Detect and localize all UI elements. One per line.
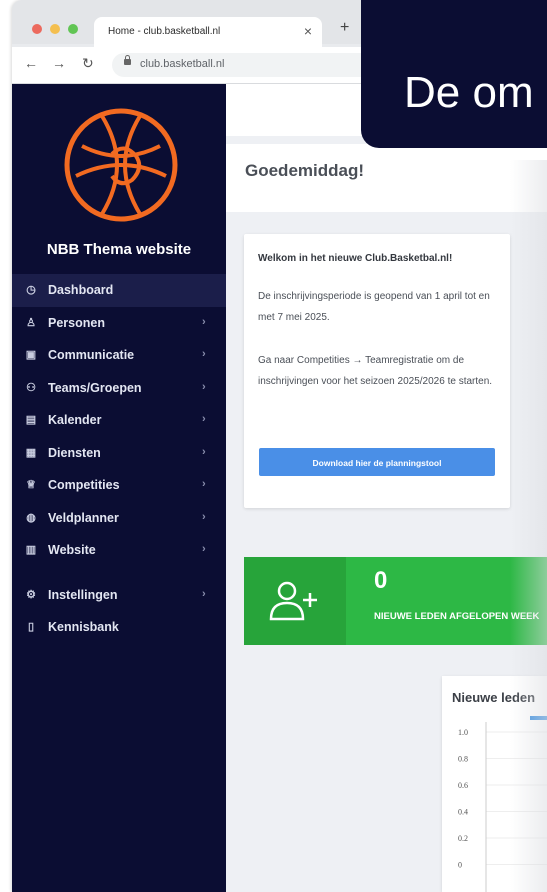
welcome-text-registration: De inschrijvingsperiode is geopend van 1… xyxy=(258,291,490,323)
tab-close-icon[interactable]: × xyxy=(304,23,312,39)
stat-icon-box xyxy=(244,557,346,645)
sidebar-item-diensten[interactable]: ▦ Diensten › xyxy=(12,437,226,470)
message-icon: ▣ xyxy=(25,349,37,362)
sidebar-item-kennisbank[interactable]: ▯ Kennisbank xyxy=(12,611,226,644)
sidebar-item-personen[interactable]: ♙ Personen › xyxy=(12,307,226,340)
nav-divider xyxy=(12,567,226,579)
chevron-right-icon: › xyxy=(202,380,206,393)
welcome-text-instructions: Ga naar Competities → Teamregistratie om… xyxy=(258,355,493,387)
welcome-card: Welkom in het nieuwe Club.Basketbal.nl! … xyxy=(244,234,510,508)
page-title: Goedemiddag! xyxy=(245,161,365,180)
stat-label: NIEUWE LEDEN AFGELOPEN WEEK xyxy=(374,611,540,622)
sidebar-item-instellingen[interactable]: ⚙ Instellingen › xyxy=(12,579,226,612)
sidebar-item-label: Personen xyxy=(48,315,105,330)
close-window-button[interactable] xyxy=(32,24,42,34)
y-tick-label: 0.2 xyxy=(458,834,468,843)
chart-title: Nieuwe leden xyxy=(452,690,536,705)
sidebar-item-teams-groepen[interactable]: ⚇ Teams/Groepen › xyxy=(12,372,226,405)
club-logo-icon[interactable] xyxy=(62,106,180,224)
sidebar-item-label: Teams/Groepen xyxy=(48,380,142,395)
reload-icon[interactable]: ↻ xyxy=(82,55,94,72)
sidebar-item-label: Kalender xyxy=(48,413,102,428)
chevron-right-icon: › xyxy=(202,543,206,555)
calendar-icon: ▤ xyxy=(25,414,37,427)
stat-body: 0 NIEUWE LEDEN AFGELOPEN WEEK xyxy=(346,557,547,645)
chevron-right-icon: › xyxy=(202,348,206,360)
new-tab-icon[interactable]: + xyxy=(340,19,349,37)
url-text: club.basketball.nl xyxy=(140,58,225,70)
basketball-icon: ◍ xyxy=(26,511,36,524)
settings-icon: ⚙ xyxy=(26,588,36,601)
y-tick-label: 1.0 xyxy=(458,728,468,737)
trophy-icon: ♕ xyxy=(26,479,36,492)
browser-tab[interactable]: Home - club.basketball.nl × xyxy=(94,17,322,47)
chevron-right-icon: › xyxy=(202,445,206,458)
chevron-right-icon: › xyxy=(202,510,206,523)
y-tick-label: 0 xyxy=(458,861,462,870)
sidebar-item-label: Veldplanner xyxy=(48,510,119,525)
forward-icon[interactable]: → xyxy=(52,55,66,71)
sidebar-item-kalender[interactable]: ▤ Kalender › xyxy=(12,404,226,437)
people-icon: ♙ xyxy=(26,316,36,329)
main-content: Goedemiddag! Welkom in het nieuwe Club.B… xyxy=(226,84,547,892)
teams-icon: ⚇ xyxy=(26,381,36,394)
new-members-stat: 0 NIEUWE LEDEN AFGELOPEN WEEK xyxy=(244,557,547,645)
chevron-right-icon: › xyxy=(202,315,206,328)
chevron-right-icon: › xyxy=(202,478,206,490)
chevron-right-icon: › xyxy=(202,587,206,600)
y-tick-label: 0.6 xyxy=(458,781,468,790)
book-icon: ▯ xyxy=(27,621,35,634)
website-icon: ▥ xyxy=(25,544,37,557)
clipboard-icon: ▦ xyxy=(25,446,37,459)
y-tick-label: 0.8 xyxy=(458,755,468,764)
greeting-bar: Goedemiddag! xyxy=(226,144,547,212)
back-icon[interactable]: ← xyxy=(24,55,38,71)
stat-value: 0 xyxy=(374,567,388,594)
sidebar-item-label: Website xyxy=(48,543,96,558)
sidebar-item-label: Competities xyxy=(48,478,120,493)
lock-icon xyxy=(124,55,131,65)
sidebar-item-label: Communicatie xyxy=(48,348,135,363)
y-tick-label: 0.4 xyxy=(458,808,468,817)
promo-banner: De om xyxy=(361,0,547,148)
dashboard-icon: ◷ xyxy=(26,284,36,297)
sidebar-item-dashboard[interactable]: ◷ Dashboard xyxy=(12,274,226,307)
add-user-icon xyxy=(269,581,317,621)
site-title: NBB Thema website xyxy=(46,241,192,258)
maximize-window-button[interactable] xyxy=(68,24,78,34)
download-planning-tool-button[interactable]: Download hier de planningstool xyxy=(259,448,495,476)
sidebar: NBB Thema website ◷ Dashboard ♙ Personen › ▣ C… xyxy=(12,84,226,892)
new-members-chart: 1.0 0.8 0.6 0.4 0.2 0 xyxy=(458,716,547,892)
legend-swatch xyxy=(530,716,547,720)
welcome-title: Welkom in het nieuwe Club.Basketbal.nl! xyxy=(258,253,453,264)
sidebar-item-competities[interactable]: ♕ Competities › xyxy=(12,469,226,502)
tab-title: Home - club.basketball.nl xyxy=(108,26,221,37)
sidebar-item-label: Dashboard xyxy=(48,283,114,298)
chevron-right-icon: › xyxy=(202,413,206,425)
sidebar-item-veldplanner[interactable]: ◍ Veldplanner › xyxy=(12,502,226,535)
sidebar-item-label: Diensten xyxy=(48,445,101,460)
banner-text: De om xyxy=(404,68,534,117)
new-members-chart-card: Nieuwe leden 1.0 0.8 0.6 0.4 0.2 0 xyxy=(442,676,547,892)
app: NBB Thema website ◷ Dashboard ♙ Personen › ▣ C… xyxy=(12,84,547,892)
sidebar-item-communicatie[interactable]: ▣ Communicatie › xyxy=(12,339,226,372)
sidebar-item-label: Instellingen xyxy=(48,587,118,602)
minimize-window-button[interactable] xyxy=(50,24,60,34)
sidebar-item-label: Kennisbank xyxy=(48,620,119,635)
sidebar-item-website[interactable]: ▥ Website › xyxy=(12,534,226,567)
sidebar-nav: ◷ Dashboard ♙ Personen › ▣ Communicatie › ⚇ Teams… xyxy=(12,274,226,644)
